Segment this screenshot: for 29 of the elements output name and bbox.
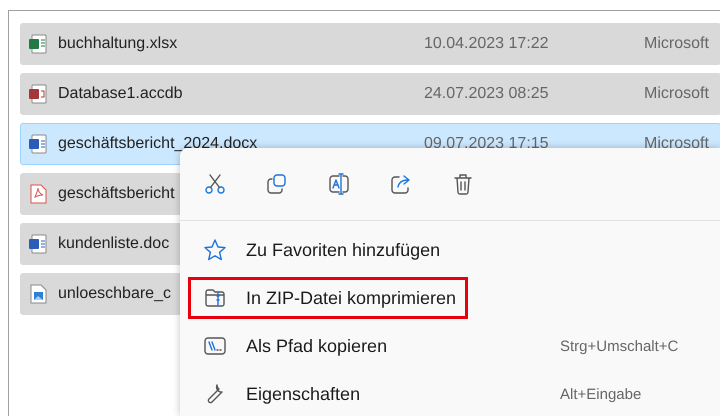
menu-item[interactable]: In ZIP-Datei komprimieren xyxy=(188,277,468,319)
file-name: buchhaltung.xlsx xyxy=(58,35,178,52)
shortcut-label: Strg+Umschalt+C xyxy=(560,338,678,354)
document-icon xyxy=(28,234,48,254)
shortcut-label: Alt+Eingabe xyxy=(560,386,642,402)
menu-item[interactable]: Zu Favoriten hinzufügen xyxy=(188,229,720,271)
file-type: Microsoft xyxy=(644,35,709,53)
file-name: geschäftsbericht xyxy=(58,185,175,202)
file-name: geschäftsbericht_2024.docx xyxy=(58,135,258,152)
menu-item[interactable]: Eigenschaften Alt+Eingabe xyxy=(188,373,720,415)
cut-icon xyxy=(203,172,227,196)
file-row[interactable]: Database1.accdb 24.07.2023 08:25 Microsoft xyxy=(20,73,720,115)
document-icon xyxy=(28,134,48,154)
document-icon xyxy=(28,184,48,204)
document-icon xyxy=(28,84,48,104)
file-name: Database1.accdb xyxy=(58,85,183,102)
file-date: 24.07.2023 08:25 xyxy=(424,85,550,103)
file-name: unloeschbare_c xyxy=(58,285,171,302)
menu-item[interactable]: Als Pfad kopieren Strg+Umschalt+C xyxy=(188,325,720,367)
file-type: Microsoft xyxy=(644,135,709,153)
image-file-icon xyxy=(28,284,48,304)
file-type: Microsoft xyxy=(644,85,709,103)
file-date: 09.07.2023 17:15 xyxy=(424,135,550,153)
document-icon xyxy=(28,34,48,54)
file-date: 10.04.2023 17:22 xyxy=(424,35,550,53)
rename-icon xyxy=(327,172,351,196)
file-name: kundenliste.doc xyxy=(58,235,170,252)
file-row[interactable]: buchhaltung.xlsx 10.04.2023 17:22 Microsoft xyxy=(20,23,720,65)
star-icon xyxy=(203,238,227,262)
